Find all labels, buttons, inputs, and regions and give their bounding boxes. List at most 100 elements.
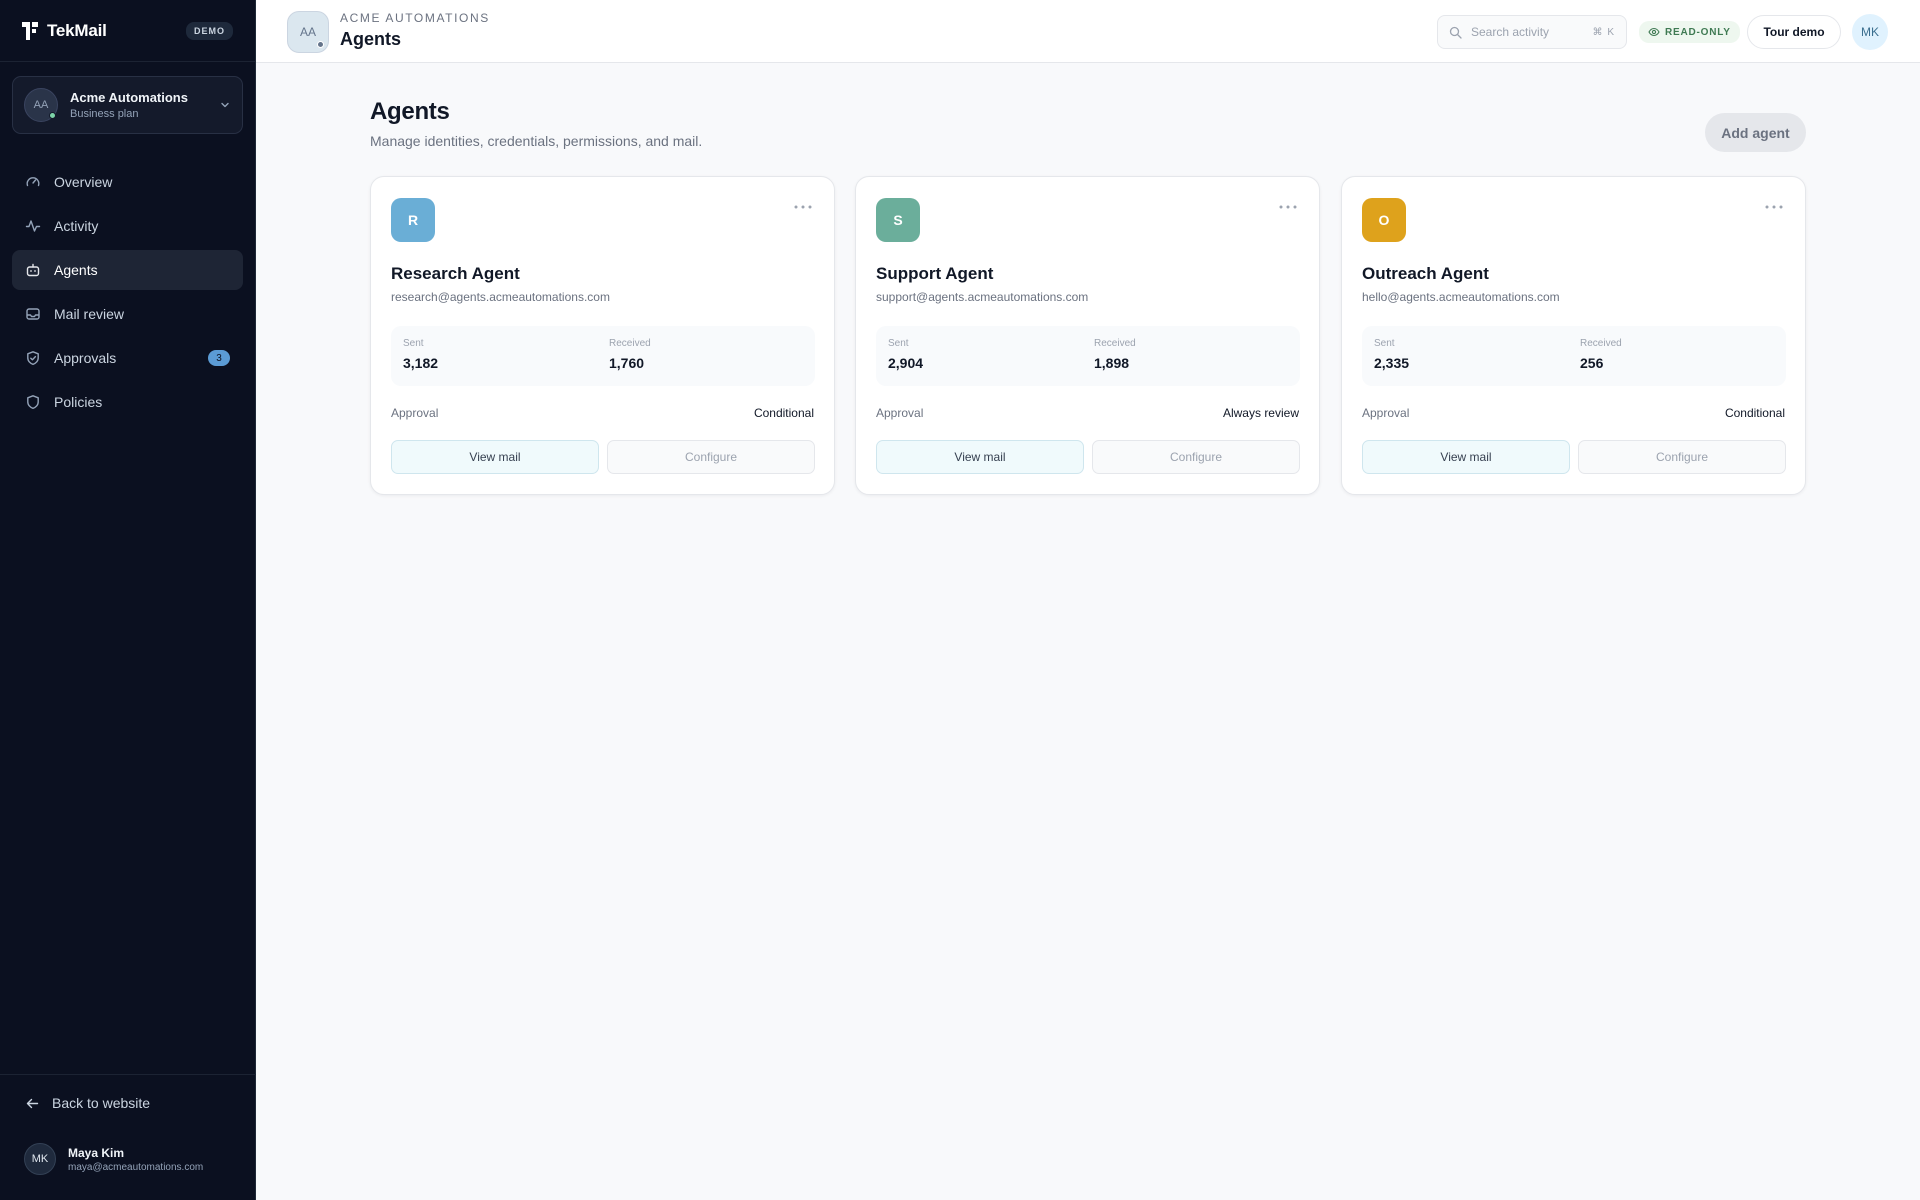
- shield-check-icon: [27, 351, 39, 365]
- org-avatar: AA: [24, 88, 58, 122]
- agent-card-outreach: O Outreach Agent hello@agents.acmeautoma…: [1341, 176, 1806, 495]
- approval-label: Approval: [1362, 406, 1410, 420]
- read-only-badge: READ-ONLY: [1639, 21, 1740, 43]
- robot-icon: [26, 263, 40, 277]
- brand-name: TekMail: [47, 20, 107, 40]
- received-count: 1,898: [1094, 355, 1130, 371]
- sidebar-nav: Overview Activity Agents Mail review App…: [12, 162, 243, 426]
- chevron-down-icon: [221, 102, 229, 108]
- sidebar: TekMail DEMO AA Acme Automations Busines…: [0, 0, 256, 1200]
- org-avatar: AA: [287, 11, 329, 53]
- agent-name: Outreach Agent: [1362, 264, 1489, 283]
- demo-badge: DEMO: [186, 21, 233, 40]
- received-label: Received: [1580, 338, 1622, 349]
- more-options-icon[interactable]: [1277, 201, 1299, 213]
- user-name: Maya Kim: [68, 1145, 125, 1160]
- search-input[interactable]: [1471, 25, 1581, 39]
- tekmail-logo-icon: [22, 21, 38, 40]
- sent-label: Sent: [888, 338, 909, 349]
- read-only-label: READ-ONLY: [1665, 26, 1731, 38]
- arrow-left-icon: [26, 1098, 39, 1108]
- sent-label: Sent: [1374, 338, 1395, 349]
- sidebar-item-label: Approvals: [54, 350, 117, 366]
- org-avatar-initials: AA: [33, 99, 49, 111]
- sent-count: 2,335: [1374, 355, 1410, 371]
- sidebar-item-label: Overview: [54, 174, 113, 190]
- page-heading: Agents: [370, 98, 450, 125]
- org-status-dot: [317, 41, 324, 48]
- received-label: Received: [1094, 338, 1136, 349]
- more-options-icon[interactable]: [792, 201, 814, 213]
- received-count: 1,760: [609, 355, 645, 371]
- approval-value: Always review: [1222, 406, 1299, 420]
- received-label: Received: [609, 338, 651, 349]
- agent-card-support: S Support Agent support@agents.acmeautom…: [855, 176, 1320, 495]
- search-icon: [1449, 26, 1462, 39]
- org-plan: Business plan: [70, 108, 139, 120]
- brand: TekMail DEMO: [0, 0, 255, 62]
- avatar[interactable]: MK: [1852, 14, 1888, 50]
- current-user[interactable]: MK Maya Kim maya@acmeautomations.com: [24, 1143, 203, 1175]
- agent-avatar: O: [1362, 198, 1406, 242]
- agent-card-research: R Research Agent research@agents.acmeaut…: [370, 176, 835, 495]
- back-to-website-link[interactable]: Back to website: [25, 1095, 150, 1111]
- approval-value: Conditional: [753, 406, 814, 420]
- approvals-count-badge: 3: [208, 350, 230, 366]
- org-status-dot: [49, 112, 56, 119]
- agent-stats: Sent 3,182 Received 1,760: [391, 326, 815, 386]
- sidebar-item-overview[interactable]: Overview: [12, 162, 243, 202]
- approval-label: Approval: [876, 406, 924, 420]
- eye-icon: [1648, 27, 1660, 37]
- sidebar-item-label: Policies: [54, 394, 103, 410]
- agent-avatar: R: [391, 198, 435, 242]
- agent-email: hello@agents.acmeautomations.com: [1362, 290, 1560, 304]
- agent-avatar: S: [876, 198, 920, 242]
- sidebar-item-activity[interactable]: Activity: [12, 206, 243, 246]
- search-shortcut: ⌘ K: [1592, 26, 1615, 38]
- agent-stats: Sent 2,904 Received 1,898: [876, 326, 1300, 386]
- sidebar-item-label: Activity: [54, 218, 99, 234]
- agent-stats: Sent 2,335 Received 256: [1362, 326, 1786, 386]
- shield-icon: [27, 395, 39, 409]
- agent-email: support@agents.acmeautomations.com: [876, 290, 1089, 304]
- tour-demo-button[interactable]: Tour demo: [1747, 15, 1841, 49]
- pulse-icon: [25, 220, 41, 232]
- avatar: MK: [24, 1143, 56, 1175]
- approval-value: Conditional: [1724, 406, 1785, 420]
- agent-name: Support Agent: [876, 264, 994, 283]
- org-name: Acme Automations: [70, 90, 188, 105]
- agent-name: Research Agent: [391, 264, 520, 283]
- back-to-website-label: Back to website: [52, 1095, 151, 1111]
- approval-label: Approval: [391, 406, 439, 420]
- sidebar-item-label: Agents: [54, 262, 98, 278]
- add-agent-button[interactable]: Add agent: [1705, 113, 1806, 152]
- org-avatar-initials: AA: [299, 25, 316, 39]
- sent-count: 2,904: [888, 355, 924, 371]
- org-switcher[interactable]: AA Acme Automations Business plan: [12, 76, 243, 134]
- sidebar-item-label: Mail review: [54, 306, 125, 322]
- search-box[interactable]: ⌘ K: [1437, 15, 1627, 49]
- gauge-icon: [26, 177, 40, 187]
- sidebar-footer: Back to website MK Maya Kim maya@acmeaut…: [0, 1074, 256, 1200]
- topbar: AA ACME AUTOMATIONS Agents ⌘ K READ-ONLY…: [256, 0, 1920, 63]
- view-mail-button[interactable]: View mail: [876, 440, 1084, 474]
- sent-label: Sent: [403, 338, 424, 349]
- sidebar-item-approvals[interactable]: Approvals 3: [12, 338, 243, 378]
- more-options-icon[interactable]: [1763, 201, 1785, 213]
- agent-email: research@agents.acmeautomations.com: [391, 290, 610, 304]
- sidebar-item-agents[interactable]: Agents: [12, 250, 243, 290]
- sent-count: 3,182: [403, 355, 439, 371]
- view-mail-button[interactable]: View mail: [1362, 440, 1570, 474]
- configure-button[interactable]: Configure: [1092, 440, 1300, 474]
- inbox-icon: [26, 308, 40, 320]
- page-title: Agents: [340, 29, 402, 49]
- view-mail-button[interactable]: View mail: [391, 440, 599, 474]
- received-count: 256: [1580, 355, 1604, 371]
- page-subheading: Manage identities, credentials, permissi…: [370, 133, 703, 149]
- breadcrumb-org: ACME AUTOMATIONS: [340, 11, 490, 25]
- sidebar-item-mail-review[interactable]: Mail review: [12, 294, 243, 334]
- user-email: maya@acmeautomations.com: [68, 1161, 204, 1173]
- sidebar-item-policies[interactable]: Policies: [12, 382, 243, 422]
- configure-button[interactable]: Configure: [607, 440, 815, 474]
- configure-button[interactable]: Configure: [1578, 440, 1786, 474]
